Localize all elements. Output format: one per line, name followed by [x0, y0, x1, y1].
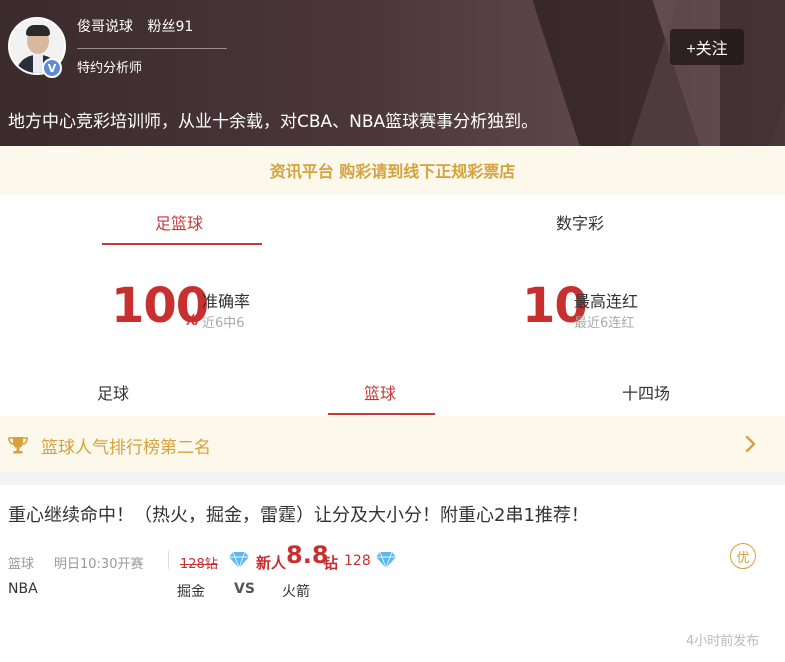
tab-lottery-numbers[interactable]: 数字彩: [556, 210, 604, 234]
tab-underline: [102, 243, 262, 245]
diamond-icon: [376, 551, 396, 569]
premium-badge: 优: [730, 543, 756, 569]
tab-fourteen-games[interactable]: 十四场: [622, 380, 670, 404]
accuracy-unit: %: [183, 311, 199, 329]
league-name: NBA: [8, 581, 38, 597]
diamond-icon: [229, 551, 249, 569]
verified-icon: V: [42, 58, 62, 78]
fans-count: 粉丝91: [147, 19, 194, 35]
streak-sub: 最近6连红: [574, 316, 635, 331]
tab-basketball[interactable]: 篮球: [364, 380, 396, 404]
streak-label: 最高连红: [574, 292, 639, 311]
notice-bar: 资讯平台 购彩请到线下正规彩票店: [0, 146, 785, 194]
versus-label: VS: [234, 581, 255, 597]
ranking-bar[interactable]: 篮球人气排行榜第二名: [0, 416, 785, 472]
article-category: 篮球: [8, 557, 35, 572]
ranking-text: 篮球人气排行榜第二名: [41, 438, 211, 458]
accuracy-label: 准确率: [202, 292, 251, 311]
new-user-price-unit: 钻: [323, 554, 339, 572]
author-role: 特约分析师: [77, 61, 143, 76]
trophy-icon: [8, 437, 28, 454]
purchase-count: 128: [344, 553, 371, 569]
author-info: 俊哥说球 粉丝91: [77, 16, 203, 36]
match-time: 明日10:30开赛: [54, 557, 144, 572]
stats-card: 足篮球 数字彩 100 % 准确率 近6中6 10 最高连红 最近6连红 足球 …: [0, 194, 785, 416]
tab-football-basketball[interactable]: 足篮球: [155, 210, 203, 234]
author-intro: 地方中心竞彩培训师，从业十余载，对CBA、NBA篮球赛事分析独到。: [8, 112, 539, 132]
tab-underline: [328, 413, 435, 415]
expert-header: V 俊哥说球 粉丝91 特约分析师 +关注 地方中心竞彩培训师，从业十余载，对C…: [0, 0, 785, 146]
follow-button[interactable]: +关注: [670, 29, 744, 65]
tab-football[interactable]: 足球: [97, 380, 129, 404]
chevron-right-icon[interactable]: [744, 434, 758, 454]
header-decoration: [720, 0, 785, 146]
divider: [77, 48, 227, 49]
away-team: 火箭: [282, 584, 310, 600]
divider: [168, 551, 169, 569]
article-card[interactable]: 重心继续命中！（热火，掘金，雷霆）让分及大小分！附重心2串1推荐！ 篮球 明日1…: [0, 485, 785, 662]
avatar-hair: [26, 25, 50, 36]
accuracy-sub: 近6中6: [202, 316, 245, 331]
home-team: 掘金: [177, 584, 205, 600]
new-user-label: 新人: [256, 554, 287, 572]
original-price: 128钻: [180, 557, 218, 572]
author-name[interactable]: 俊哥说球: [77, 19, 133, 35]
publish-time: 4小时前发布: [686, 634, 760, 649]
article-title[interactable]: 重心继续命中！（热火，掘金，雷霆）让分及大小分！附重心2串1推荐！: [8, 501, 589, 527]
